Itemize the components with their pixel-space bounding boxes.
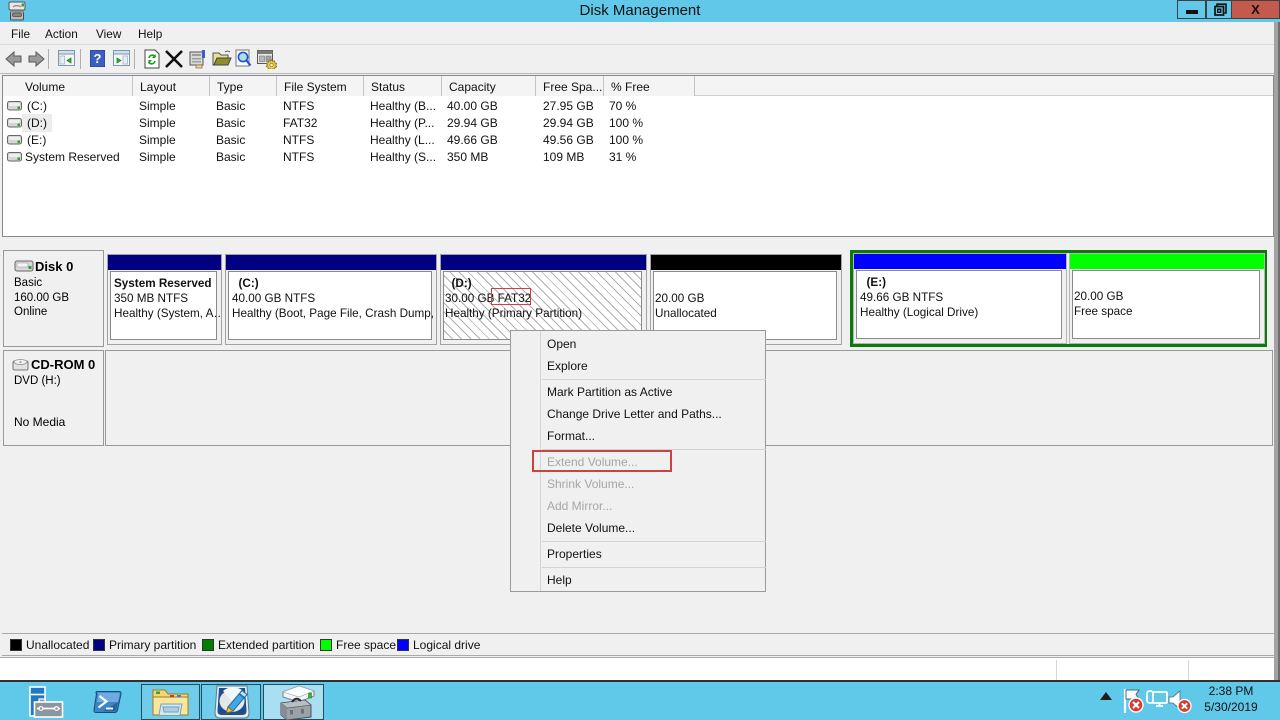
svg-text:?: ? xyxy=(94,51,102,66)
